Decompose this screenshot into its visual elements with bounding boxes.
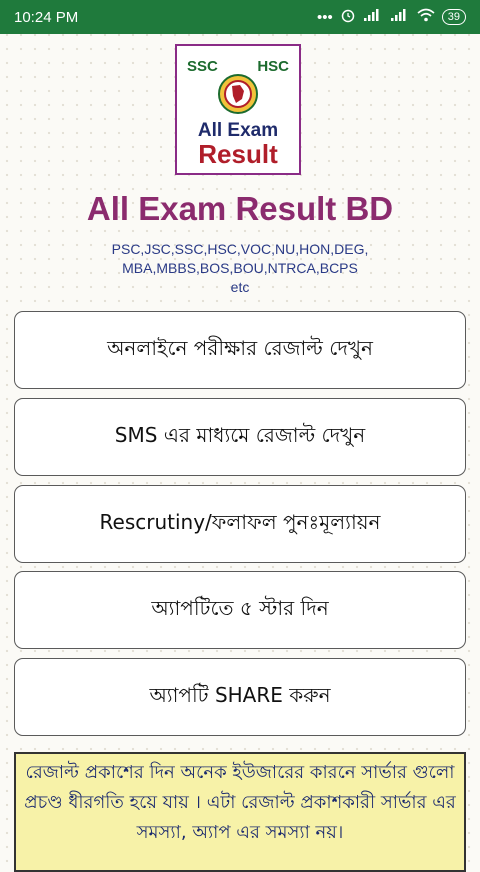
server-notice: রেজাল্ট প্রকাশের দিন অনেক ইউজারের কারনে … [14, 752, 466, 872]
share-app-button[interactable]: অ্যাপটি SHARE করুন [14, 658, 466, 736]
more-dots-icon: ••• [316, 8, 333, 26]
subtitle-line: PSC,JSC,SSC,HSC,VOC,NU,HON,DEG, [111, 241, 369, 257]
exam-list-subtitle: PSC,JSC,SSC,HSC,VOC,NU,HON,DEG, MBA,MBBS… [100, 240, 380, 297]
logo-result-text: Result [198, 139, 278, 169]
subtitle-line: MBA,MBBS,BOS,BOU,NTRCA,BCPS [122, 260, 358, 276]
logo-hsc-text: HSC [257, 58, 289, 75]
sms-result-button[interactable]: SMS এর মাধ্যমে রেজাল্ট দেখুন [14, 398, 466, 476]
status-bar: 10:24 PM ••• 39 [0, 0, 480, 34]
subtitle-line: etc [230, 279, 250, 295]
status-time: 10:24 PM [14, 8, 79, 26]
wifi-icon [417, 8, 435, 26]
government-seal-icon [218, 74, 258, 114]
alarm-icon [340, 7, 356, 27]
signal-icon [363, 8, 383, 26]
rescrutiny-button[interactable]: Rescrutiny/ফলাফল পুনঃমূল্যায়ন [14, 485, 466, 563]
app-logo: SSC HSC All Exam Result [175, 44, 301, 175]
app-title: All Exam Result BD [86, 190, 394, 227]
signal-icon [390, 8, 410, 26]
rate-app-button[interactable]: অ্যাপটিতে ৫ স্টার দিন [14, 571, 466, 649]
online-result-button[interactable]: অনলাইনে পরীক্ষার রেজাল্ট দেখুন [14, 311, 466, 389]
battery-icon: 39 [441, 9, 466, 25]
logo-ssc-text: SSC [187, 58, 218, 75]
status-icons: ••• 39 [317, 7, 466, 27]
